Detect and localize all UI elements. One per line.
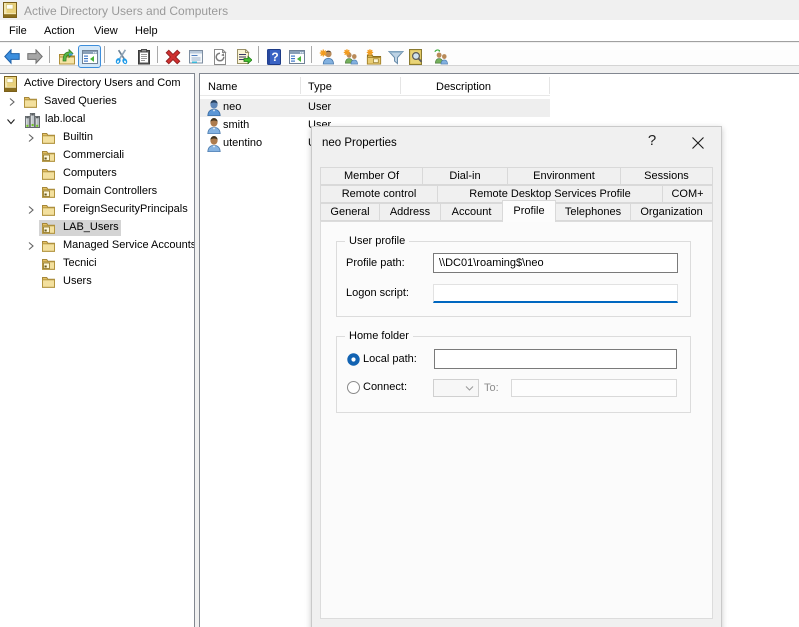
svg-text:?: ? [271,50,278,64]
